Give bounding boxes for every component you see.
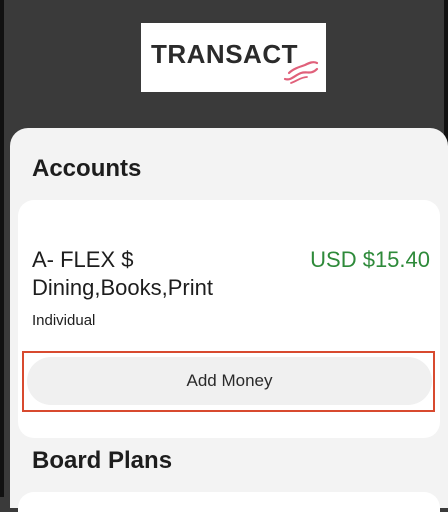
logo-swirl-icon (283, 61, 319, 84)
transact-logo: TRANSACT (141, 23, 326, 92)
content-sheet: Accounts A- FLEX $ Dining,Books,Print US… (10, 128, 448, 512)
board-plans-heading: Board Plans (32, 447, 173, 474)
board-plans-card[interactable] (18, 492, 440, 512)
account-name: A- FLEX $ Dining,Books,Print (32, 247, 213, 300)
account-balance: USD $15.40 (310, 247, 430, 272)
logo-text: TRANSACT (151, 39, 298, 69)
account-type: Individual (32, 312, 96, 329)
add-money-button[interactable]: Add Money (27, 357, 432, 405)
accounts-heading: Accounts (32, 155, 142, 182)
app-header: TRANSACT (4, 0, 444, 140)
